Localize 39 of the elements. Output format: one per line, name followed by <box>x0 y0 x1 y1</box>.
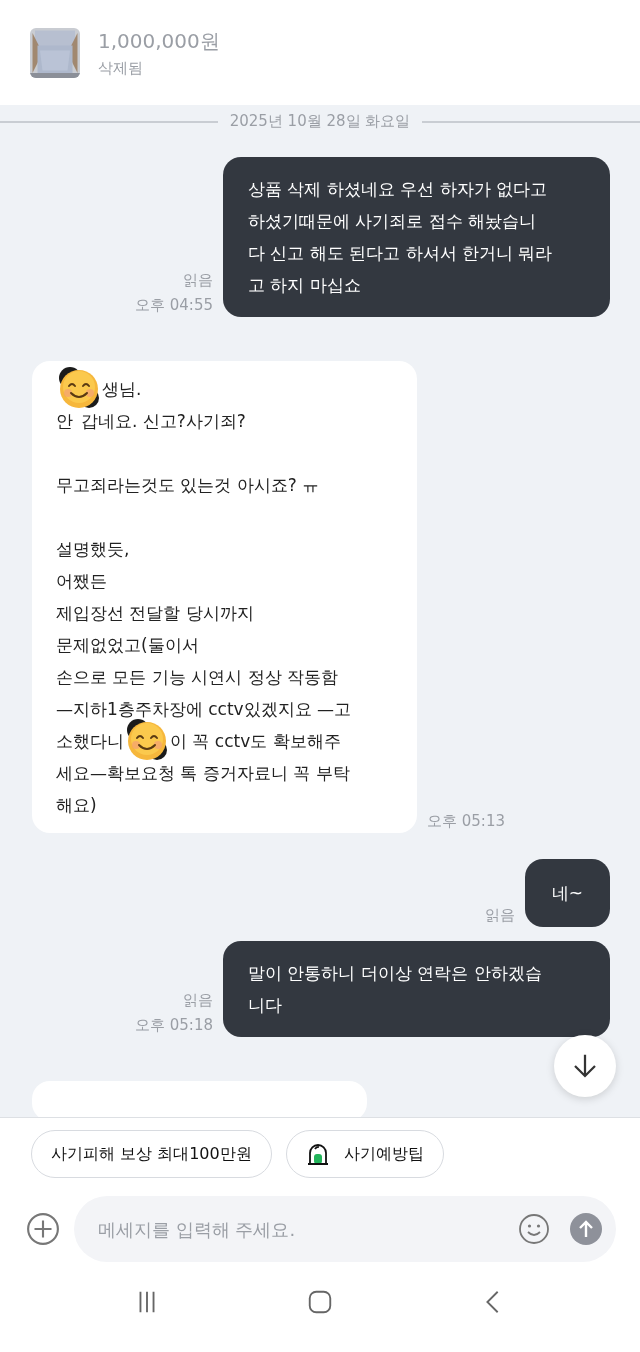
message-time: 오후 05:18 <box>135 1016 213 1035</box>
message-line: 무고죄라는것도 있는것 아시죠? ㅠ <box>56 474 321 497</box>
date-divider-label: 2025년 10월 28일 화요일 <box>229 112 411 131</box>
message-line: 문제없었고(둘이서 <box>56 634 200 657</box>
suggestion-chip[interactable]: 사기피해 보상 최대100만원 <box>31 1130 272 1178</box>
message-time: 오후 04:55 <box>135 296 213 315</box>
message-line: 네~ <box>551 882 583 905</box>
message-line: 말이 안통하니 더이상 연락은 안하겠습 <box>248 962 543 985</box>
smiley-icon[interactable] <box>518 1213 550 1245</box>
message-input[interactable]: 메세지를 입력해 주세요. <box>74 1196 616 1262</box>
message-line: 상품 삭제 하셨네요 우선 하자가 없다고 <box>248 178 549 201</box>
read-receipt: 읽음 <box>183 271 213 290</box>
siren-icon <box>305 1142 330 1166</box>
message-line: 제입장선 전달할 당시까지 <box>56 602 255 625</box>
message-line: 설명했듯, <box>56 538 131 561</box>
scroll-down-button[interactable] <box>554 1035 616 1097</box>
suggestion-chip[interactable]: 사기예방팁 <box>285 1130 444 1178</box>
message-line: —지하1층주차장에 cctv있겠지요 —고 <box>56 698 353 721</box>
product-status: 삭제됨 <box>98 58 144 78</box>
read-receipt: 읽음 <box>183 991 213 1010</box>
message-line: 생님. <box>102 378 142 401</box>
message-line: 니다 <box>248 994 283 1017</box>
message-line: 해요) <box>56 794 98 817</box>
add-icon[interactable] <box>26 1212 60 1246</box>
message-line: 세요—확보요청 톡 증거자료니 꼭 부탁 <box>56 762 351 785</box>
send-button[interactable] <box>570 1213 602 1245</box>
message-line: 안 <box>56 410 73 433</box>
home-icon[interactable] <box>306 1288 334 1316</box>
message-line: 손으로 모든 기능 시연시 정상 작동함 <box>56 666 340 689</box>
product-price: 1,000,000원 <box>98 27 220 55</box>
message-line: 소했다니 <box>56 730 124 753</box>
message-line: 갑네요. 신고?사기죄? <box>81 410 246 433</box>
message-line: 고 하지 마십쇼 <box>248 274 362 297</box>
message-time: 오후 05:13 <box>427 812 505 831</box>
message-line: 어쨌든 <box>56 570 108 593</box>
message-line: 하셨기때문에 사기죄로 접수 해놨습니 <box>248 210 538 233</box>
message-line: 이 꼭 cctv도 확보해주 <box>170 730 341 753</box>
read-receipt: 읽음 <box>484 906 515 925</box>
message-line: 다 신고 해도 된다고 하셔서 한거니 뭐라 <box>248 242 554 265</box>
